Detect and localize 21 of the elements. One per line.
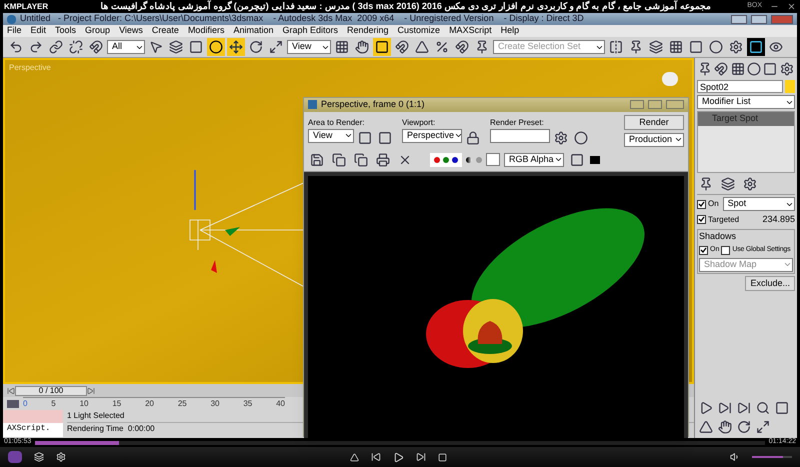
window-title: Untitled - Project Folder: C:\Users\User\Documents\3dsmax - Autodesk 3ds Max 2009 x64 - Unregistered Version - Display : Direct 3D	[20, 12, 585, 26]
group-title: Shadows	[699, 230, 738, 242]
tick-label: 10	[80, 398, 88, 410]
tick-label: 5	[51, 398, 56, 410]
tick-label: 25	[178, 398, 187, 410]
area-label: Area to Render:	[308, 116, 366, 128]
tick-label: 15	[112, 398, 122, 410]
render-window-title: Perspective, frame 0 (1:1)	[321, 98, 426, 111]
checkbox-label: On	[708, 198, 719, 210]
player-logo: KMPLAYER	[4, 0, 50, 12]
preset-label: Render Preset:	[490, 116, 545, 128]
tick-label: 0	[23, 398, 28, 410]
tick-label: 35	[243, 398, 252, 410]
tick-label: 40	[276, 398, 285, 410]
status-render-time: Rendering Time 0:00:00	[67, 423, 156, 435]
player-title: مجموعه آموزشی جامع ، گام به گام و کاربردی نرم افزار تری دی مکس 2016 (3ds max 2016 ) مدرس : سعید فدایی (تیچرمن) گروه آموزشی پادشاه گرافیست ها	[99, 0, 712, 14]
viewport-label: Viewport:	[402, 116, 436, 128]
tick-label: 20	[145, 398, 154, 410]
checkbox-label: Targeted	[708, 214, 740, 226]
tick-label: 30	[210, 398, 220, 410]
target-distance: 234.895	[762, 213, 795, 226]
